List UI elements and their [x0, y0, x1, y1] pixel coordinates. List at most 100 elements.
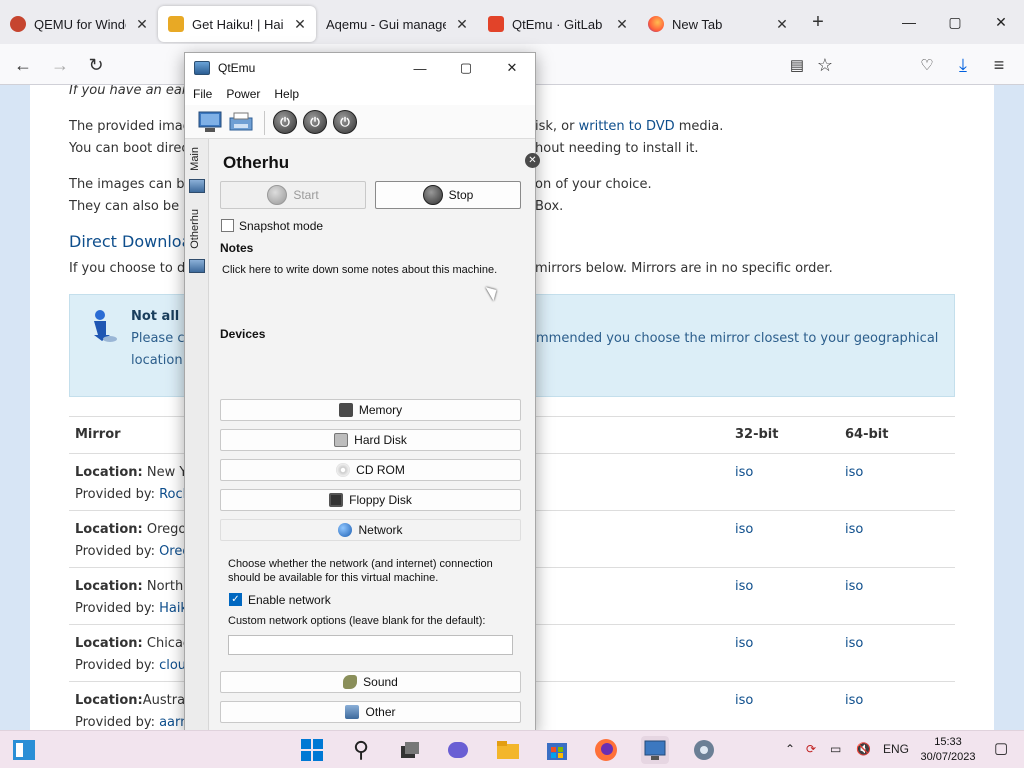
qtemu-close-button[interactable]: ✕ — [489, 53, 535, 83]
notification-icon[interactable]: ▢ — [994, 739, 1008, 757]
back-arrow-icon[interactable]: ← — [10, 52, 36, 78]
menu-hamburger-icon[interactable]: ≡ — [986, 52, 1012, 78]
iso-32-link[interactable]: iso — [735, 465, 753, 480]
pocket-icon[interactable]: ♡ — [914, 52, 940, 78]
paragraph-4a: They can also be us — [69, 199, 199, 214]
custom-network-options-input[interactable] — [228, 635, 513, 655]
sync-alert-icon[interactable]: ⟳ — [806, 742, 816, 756]
tab-gitlab[interactable]: QtEmu · GitLab ✕ — [478, 6, 638, 42]
start-windows-icon[interactable] — [298, 736, 326, 764]
hard-disk-button[interactable]: Hard Disk — [220, 429, 521, 451]
iso-64-link[interactable]: iso — [845, 522, 863, 537]
paragraph-1b: isk, or written to DVD media. — [535, 119, 724, 134]
teams-chat-icon[interactable] — [444, 736, 472, 764]
info-line-2: location. — [131, 353, 187, 368]
forward-arrow-icon[interactable]: → — [47, 52, 73, 78]
firefox-favicon-icon — [648, 16, 664, 32]
sound-button[interactable]: Sound — [220, 671, 521, 693]
other-monitor-icon — [345, 705, 360, 719]
notes-field[interactable]: Click here to write down some notes abou… — [222, 264, 497, 276]
tab-close-icon[interactable]: ✕ — [292, 16, 308, 33]
tab-close-icon[interactable]: ✕ — [454, 16, 470, 33]
power-icon — [422, 185, 443, 205]
menu-help[interactable]: Help — [274, 87, 299, 101]
side-tab-main[interactable]: Main — [189, 147, 201, 171]
paragraph-5a: If you choose to do — [69, 261, 194, 276]
tab-close-icon[interactable]: ✕ — [134, 16, 150, 33]
info-line-1b: mmended you choose the mirror closest to… — [536, 331, 939, 346]
snapshot-checkbox[interactable] — [221, 219, 234, 232]
paragraph-1a: The provided imag — [69, 119, 192, 134]
chevron-up-icon[interactable]: ⌃ — [785, 742, 795, 756]
toolbar-separator — [264, 111, 265, 135]
enable-network-checkbox[interactable]: ✓ — [229, 593, 242, 606]
64bit-column-header: 64-bit — [839, 416, 955, 454]
language-indicator[interactable]: ENG — [883, 742, 909, 756]
iso-32-link[interactable]: iso — [735, 579, 753, 594]
new-machine-monitor-icon[interactable] — [196, 108, 224, 136]
hard-disk-icon — [334, 433, 349, 447]
file-explorer-icon[interactable] — [494, 736, 522, 764]
tab-close-icon[interactable]: ✕ — [614, 16, 630, 33]
firefox-taskbar-icon[interactable] — [592, 736, 620, 764]
iso-32-link[interactable]: iso — [735, 522, 753, 537]
reload-icon[interactable]: ↻ — [83, 52, 109, 78]
minimize-button[interactable]: — — [886, 0, 932, 44]
tab-aqemu[interactable]: Aqemu - Gui management ✕ — [316, 6, 478, 42]
memory-button[interactable]: Memory — [220, 399, 521, 421]
tab-label: New Tab — [672, 16, 723, 32]
devices-title: Devices — [220, 327, 266, 341]
display-icon[interactable]: ▭ — [830, 742, 841, 756]
menu-file[interactable]: File — [193, 87, 212, 101]
cd-rom-button[interactable]: CD ROM — [220, 459, 521, 481]
vm-detail-panel: Otherhu ✕ Start Stop Snapshot mode Notes… — [209, 139, 540, 731]
tab-label: Get Haiku! | Haiku Proje — [192, 16, 284, 32]
iso-64-link[interactable]: iso — [845, 465, 863, 480]
reader-view-icon[interactable]: ▤ — [784, 52, 810, 78]
tab-close-icon[interactable]: ✕ — [774, 16, 790, 33]
power-icon — [267, 185, 288, 205]
start-power-icon[interactable]: ⏻ — [271, 108, 299, 136]
written-to-dvd-link[interactable]: written to DVD — [579, 119, 675, 134]
stop-button[interactable]: Stop — [375, 181, 521, 209]
side-tab-otherhu[interactable]: Otherhu — [189, 209, 201, 249]
maximize-button[interactable]: ▢ — [932, 0, 978, 44]
widgets-icon[interactable] — [10, 736, 38, 764]
other-button[interactable]: Other — [220, 701, 521, 723]
bookmark-star-icon[interactable]: ☆ — [812, 52, 838, 78]
store-icon[interactable] — [543, 736, 571, 764]
main-tab-icon — [189, 179, 205, 193]
iso-32-link[interactable]: iso — [735, 636, 753, 651]
iso-64-link[interactable]: iso — [845, 693, 863, 708]
qtemu-minimize-button[interactable]: — — [397, 53, 443, 83]
enable-network-label: Enable network — [248, 593, 331, 607]
stop-power-icon[interactable]: ⏻ — [301, 108, 329, 136]
volume-mute-icon[interactable]: 🔇 — [856, 742, 871, 756]
tab-newtab[interactable]: New Tab ✕ — [638, 6, 798, 42]
close-vm-tab-icon[interactable]: ✕ — [525, 153, 540, 168]
add-machine-printer-icon[interactable] — [227, 108, 255, 136]
close-button[interactable]: ✕ — [978, 0, 1024, 44]
tab-qemu[interactable]: QEMU for Windows – Insta ✕ — [0, 6, 158, 42]
settings-gear-icon[interactable] — [690, 736, 718, 764]
network-button[interactable]: Network — [220, 519, 521, 541]
tab-label: QEMU for Windows – Insta — [34, 16, 126, 32]
qtemu-maximize-button[interactable]: ▢ — [443, 53, 489, 83]
start-button[interactable]: Start — [220, 181, 366, 209]
task-view-icon[interactable] — [396, 736, 424, 764]
iso-64-link[interactable]: iso — [845, 636, 863, 651]
paragraph-5b: mirrors below. Mirrors are in no specifi… — [535, 261, 833, 276]
new-tab-button[interactable]: + — [802, 11, 834, 34]
clock[interactable]: 15:33 30/07/2023 — [920, 735, 976, 765]
search-icon[interactable]: ⚲ — [347, 736, 375, 764]
reset-power-icon[interactable]: ⏻ — [331, 108, 359, 136]
qtemu-title-bar[interactable]: QtEmu — ▢ ✕ — [185, 53, 535, 83]
downloads-icon[interactable]: ⤓ — [950, 52, 976, 78]
iso-64-link[interactable]: iso — [845, 579, 863, 594]
tab-haiku[interactable]: Get Haiku! | Haiku Proje ✕ — [158, 6, 316, 42]
floppy-disk-button[interactable]: Floppy Disk — [220, 489, 521, 511]
qtemu-taskbar-icon[interactable] — [641, 736, 669, 764]
menu-power[interactable]: Power — [226, 87, 260, 101]
iso-32-link[interactable]: iso — [735, 693, 753, 708]
gitlab-favicon-icon — [488, 16, 504, 32]
